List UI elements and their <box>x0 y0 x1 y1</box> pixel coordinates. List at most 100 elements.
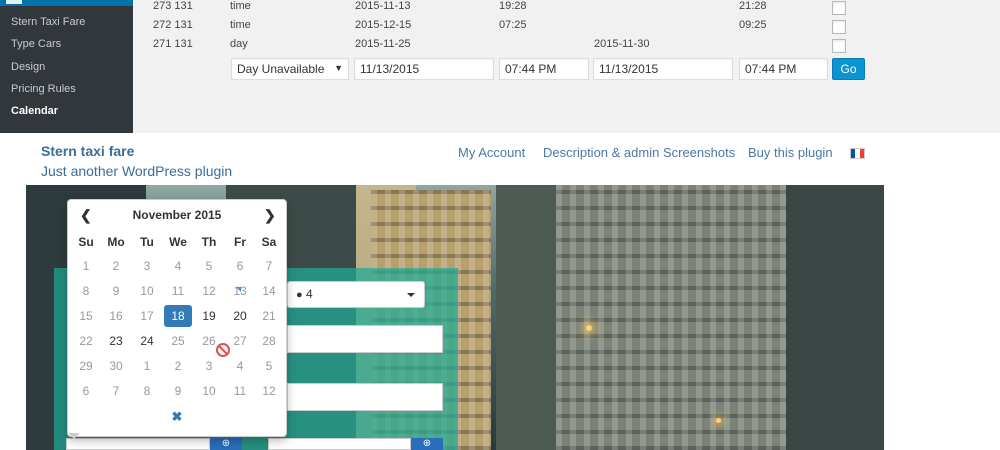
date-to-input[interactable]: 11/13/2015 <box>593 58 733 80</box>
building <box>556 185 786 450</box>
weekday-label: We <box>169 235 187 249</box>
calendar-day[interactable]: 9 <box>102 280 130 302</box>
calendar-day[interactable]: 15 <box>72 305 100 327</box>
clock-button[interactable]: ⊕ <box>411 438 443 450</box>
row-date-from: 2015-11-13 <box>355 0 411 12</box>
calendar-day[interactable]: 2 <box>164 355 192 377</box>
calendar-day[interactable]: 1 <box>72 255 100 277</box>
time-to-input[interactable]: 07:44 PM <box>739 58 828 80</box>
calendar-button[interactable]: ⊕ <box>210 438 242 450</box>
calendar-day[interactable]: 20 <box>226 305 254 327</box>
weekday-label: Th <box>201 235 217 249</box>
calendar-day[interactable]: 1 <box>133 355 161 377</box>
rule-type-value: Day Unavailable <box>237 62 325 76</box>
rule-type-select[interactable]: Day Unavailable ▼ <box>231 58 349 80</box>
calendar-day[interactable]: 7 <box>255 255 283 277</box>
calendar-day[interactable]: 28 <box>255 330 283 352</box>
row-time-from: 19:28 <box>499 0 527 12</box>
event-marker <box>236 287 241 292</box>
calendar-day[interactable]: 3 <box>195 355 223 377</box>
caret-down-icon <box>407 293 415 297</box>
row-type: time <box>230 19 251 31</box>
row-time-to: 09:25 <box>739 19 767 31</box>
calendar-day[interactable]: 10 <box>195 380 223 402</box>
sidebar-item-stern-taxi-fare[interactable]: Stern Taxi Fare <box>11 16 85 28</box>
calendar-day[interactable]: 11 <box>226 380 254 402</box>
date-input[interactable] <box>66 438 210 450</box>
calendar-day[interactable]: 4 <box>164 255 192 277</box>
row-date-to: 2015-11-30 <box>594 38 650 50</box>
row-checkbox[interactable] <box>832 20 846 34</box>
nav-buy-plugin[interactable]: Buy this plugin <box>748 145 833 160</box>
selected-day[interactable]: 18 <box>164 305 192 327</box>
passengers-select[interactable]: ● 4 <box>287 281 425 308</box>
row-type: day <box>230 38 248 50</box>
calendar-day[interactable]: 29 <box>72 355 100 377</box>
calendar-day[interactable]: 12 <box>195 280 223 302</box>
calendar-day[interactable]: 6 <box>72 380 100 402</box>
calendar-day[interactable]: 22 <box>72 330 100 352</box>
site-title[interactable]: Stern taxi fare <box>41 143 134 159</box>
active-menu-strip <box>0 0 133 6</box>
row-ids: 273 131 <box>153 0 193 12</box>
row-checkbox[interactable] <box>832 1 846 15</box>
calendar-day[interactable]: 25 <box>164 330 192 352</box>
close-icon[interactable]: ✖ <box>68 409 286 425</box>
nav-description[interactable]: Description & admin Screenshots <box>543 145 735 160</box>
french-flag-icon[interactable] <box>850 148 865 159</box>
calendar-day[interactable]: 14 <box>255 280 283 302</box>
calendar-day[interactable]: 5 <box>255 355 283 377</box>
calendar-day[interactable]: 12 <box>255 380 283 402</box>
chevron-right-icon[interactable]: ❯ <box>264 205 276 225</box>
time-input[interactable] <box>268 438 411 450</box>
admin-panel: Stern Taxi Fare Type Cars Design Pricing… <box>0 0 1000 133</box>
clock-icon: ⊕ <box>422 438 432 449</box>
row-date-from: 2015-12-15 <box>355 19 412 31</box>
calendar-day[interactable]: 27 <box>226 330 254 352</box>
sidebar-item-design[interactable]: Design <box>11 61 45 73</box>
calendar-day[interactable]: 5 <box>195 255 223 277</box>
user-icon: ● <box>296 289 303 301</box>
weekday-label: Fr <box>234 235 246 249</box>
row-time-from: 07:25 <box>499 19 527 31</box>
calendar-day[interactable]: 11 <box>164 280 192 302</box>
calendar-day[interactable]: 8 <box>133 380 161 402</box>
calendar-day[interactable]: 2 <box>102 255 130 277</box>
calendar-day[interactable]: 30 <box>102 355 130 377</box>
weekday-label: Sa <box>261 235 277 249</box>
calendar-day[interactable]: 4 <box>226 355 254 377</box>
date-from-input[interactable]: 11/13/2015 <box>354 58 494 80</box>
calendar-day[interactable]: 23 <box>102 330 130 352</box>
calendar-day[interactable]: 9 <box>164 380 192 402</box>
unavailable-icon <box>216 343 230 357</box>
sidebar-item-calendar[interactable]: Calendar <box>11 105 58 117</box>
calendar-day[interactable]: 21 <box>255 305 283 327</box>
weekday-label: Tu <box>140 235 154 249</box>
building <box>496 185 556 450</box>
address-input[interactable] <box>287 383 443 411</box>
go-button[interactable]: Go <box>832 58 865 80</box>
nav-my-account[interactable]: My Account <box>458 145 525 160</box>
datepicker: ❮ November 2015 ❯ Su Mo Tu We Th Fr Sa 1234567… <box>67 199 287 437</box>
row-checkbox[interactable] <box>832 39 846 53</box>
calendar-day[interactable]: 3 <box>133 255 161 277</box>
calendar-day[interactable]: 17 <box>133 305 161 327</box>
building <box>786 185 884 450</box>
destination-input[interactable] <box>287 325 443 353</box>
calendar-day[interactable]: 10 <box>133 280 161 302</box>
calendar-day[interactable]: 7 <box>102 380 130 402</box>
calendar-day[interactable]: 19 <box>195 305 223 327</box>
calendar-day[interactable]: 24 <box>133 330 161 352</box>
passengers-value: 4 <box>306 287 313 301</box>
datepicker-month[interactable]: November 2015 <box>68 208 286 222</box>
time-from-input[interactable]: 07:44 PM <box>499 58 589 80</box>
clock-icon: ⊕ <box>221 438 231 449</box>
weekday-label: Su <box>78 235 94 249</box>
calendar-day[interactable]: 8 <box>72 280 100 302</box>
caret-down-icon: ▼ <box>334 63 343 73</box>
site-tagline: Just another WordPress plugin <box>41 163 233 179</box>
sidebar-item-type-cars[interactable]: Type Cars <box>11 38 61 50</box>
sidebar-item-pricing-rules[interactable]: Pricing Rules <box>11 83 76 95</box>
calendar-day[interactable]: 6 <box>226 255 254 277</box>
calendar-day[interactable]: 16 <box>102 305 130 327</box>
